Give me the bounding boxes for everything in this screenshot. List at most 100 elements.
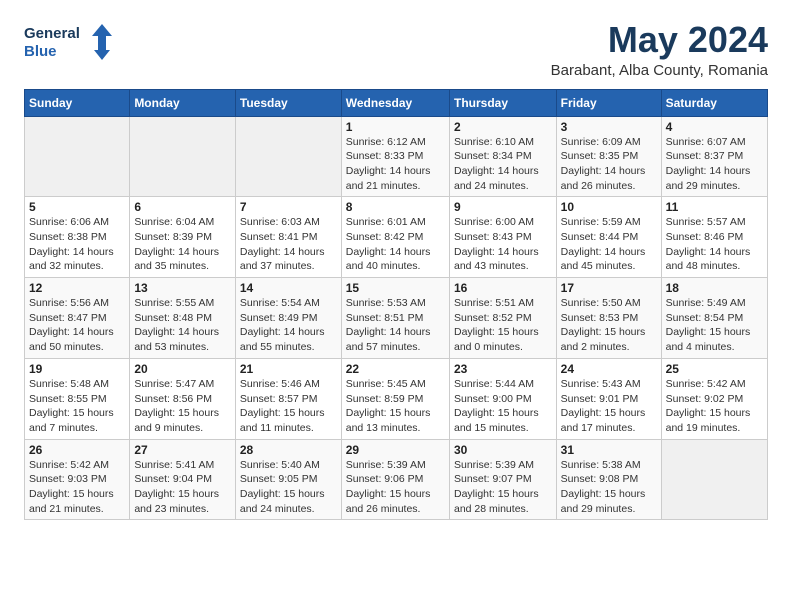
calendar-cell: 9Sunrise: 6:00 AM Sunset: 8:43 PM Daylig… bbox=[449, 197, 556, 278]
logo-svg: General Blue bbox=[24, 20, 114, 64]
day-number: 12 bbox=[29, 281, 125, 295]
calendar-cell: 7Sunrise: 6:03 AM Sunset: 8:41 PM Daylig… bbox=[235, 197, 341, 278]
day-info: Sunrise: 5:43 AM Sunset: 9:01 PM Dayligh… bbox=[561, 377, 657, 436]
day-info: Sunrise: 5:39 AM Sunset: 9:06 PM Dayligh… bbox=[346, 458, 445, 517]
calendar-cell: 12Sunrise: 5:56 AM Sunset: 8:47 PM Dayli… bbox=[25, 278, 130, 359]
day-number: 3 bbox=[561, 120, 657, 134]
svg-text:General: General bbox=[24, 25, 80, 42]
day-number: 4 bbox=[666, 120, 763, 134]
calendar-cell: 19Sunrise: 5:48 AM Sunset: 8:55 PM Dayli… bbox=[25, 358, 130, 439]
day-info: Sunrise: 5:41 AM Sunset: 9:04 PM Dayligh… bbox=[134, 458, 231, 517]
day-info: Sunrise: 5:56 AM Sunset: 8:47 PM Dayligh… bbox=[29, 296, 125, 355]
calendar-cell: 15Sunrise: 5:53 AM Sunset: 8:51 PM Dayli… bbox=[341, 278, 449, 359]
day-number: 23 bbox=[454, 362, 552, 376]
day-number: 13 bbox=[134, 281, 231, 295]
week-row-5: 26Sunrise: 5:42 AM Sunset: 9:03 PM Dayli… bbox=[25, 439, 768, 520]
day-number: 8 bbox=[346, 200, 445, 214]
col-header-monday: Monday bbox=[130, 89, 236, 116]
week-row-3: 12Sunrise: 5:56 AM Sunset: 8:47 PM Dayli… bbox=[25, 278, 768, 359]
calendar-cell: 21Sunrise: 5:46 AM Sunset: 8:57 PM Dayli… bbox=[235, 358, 341, 439]
day-number: 24 bbox=[561, 362, 657, 376]
calendar-cell: 3Sunrise: 6:09 AM Sunset: 8:35 PM Daylig… bbox=[556, 116, 661, 197]
calendar-cell: 4Sunrise: 6:07 AM Sunset: 8:37 PM Daylig… bbox=[661, 116, 767, 197]
day-number: 26 bbox=[29, 443, 125, 457]
col-header-tuesday: Tuesday bbox=[235, 89, 341, 116]
day-number: 19 bbox=[29, 362, 125, 376]
calendar-cell: 14Sunrise: 5:54 AM Sunset: 8:49 PM Dayli… bbox=[235, 278, 341, 359]
calendar-cell: 28Sunrise: 5:40 AM Sunset: 9:05 PM Dayli… bbox=[235, 439, 341, 520]
col-header-thursday: Thursday bbox=[449, 89, 556, 116]
svg-text:Blue: Blue bbox=[24, 43, 57, 60]
day-info: Sunrise: 6:06 AM Sunset: 8:38 PM Dayligh… bbox=[29, 215, 125, 274]
day-info: Sunrise: 5:42 AM Sunset: 9:03 PM Dayligh… bbox=[29, 458, 125, 517]
calendar-cell: 31Sunrise: 5:38 AM Sunset: 9:08 PM Dayli… bbox=[556, 439, 661, 520]
calendar-cell: 5Sunrise: 6:06 AM Sunset: 8:38 PM Daylig… bbox=[25, 197, 130, 278]
title-block: May 2024 Barabant, Alba County, Romania bbox=[551, 20, 768, 79]
day-info: Sunrise: 6:10 AM Sunset: 8:34 PM Dayligh… bbox=[454, 135, 552, 194]
day-number: 9 bbox=[454, 200, 552, 214]
day-number: 15 bbox=[346, 281, 445, 295]
day-number: 14 bbox=[240, 281, 337, 295]
day-info: Sunrise: 5:51 AM Sunset: 8:52 PM Dayligh… bbox=[454, 296, 552, 355]
day-info: Sunrise: 5:39 AM Sunset: 9:07 PM Dayligh… bbox=[454, 458, 552, 517]
day-info: Sunrise: 5:55 AM Sunset: 8:48 PM Dayligh… bbox=[134, 296, 231, 355]
day-info: Sunrise: 5:53 AM Sunset: 8:51 PM Dayligh… bbox=[346, 296, 445, 355]
day-info: Sunrise: 6:03 AM Sunset: 8:41 PM Dayligh… bbox=[240, 215, 337, 274]
day-info: Sunrise: 6:04 AM Sunset: 8:39 PM Dayligh… bbox=[134, 215, 231, 274]
location-subtitle: Barabant, Alba County, Romania bbox=[551, 62, 768, 79]
day-number: 1 bbox=[346, 120, 445, 134]
day-number: 29 bbox=[346, 443, 445, 457]
calendar-cell bbox=[25, 116, 130, 197]
page-header: General Blue May 2024 Barabant, Alba Cou… bbox=[24, 20, 768, 79]
day-info: Sunrise: 5:38 AM Sunset: 9:08 PM Dayligh… bbox=[561, 458, 657, 517]
calendar-cell: 18Sunrise: 5:49 AM Sunset: 8:54 PM Dayli… bbox=[661, 278, 767, 359]
calendar-cell: 17Sunrise: 5:50 AM Sunset: 8:53 PM Dayli… bbox=[556, 278, 661, 359]
day-info: Sunrise: 6:12 AM Sunset: 8:33 PM Dayligh… bbox=[346, 135, 445, 194]
day-number: 2 bbox=[454, 120, 552, 134]
day-info: Sunrise: 5:45 AM Sunset: 8:59 PM Dayligh… bbox=[346, 377, 445, 436]
calendar-cell: 8Sunrise: 6:01 AM Sunset: 8:42 PM Daylig… bbox=[341, 197, 449, 278]
day-info: Sunrise: 5:47 AM Sunset: 8:56 PM Dayligh… bbox=[134, 377, 231, 436]
day-number: 17 bbox=[561, 281, 657, 295]
calendar-table: SundayMondayTuesdayWednesdayThursdayFrid… bbox=[24, 89, 768, 521]
day-number: 11 bbox=[666, 200, 763, 214]
calendar-cell: 10Sunrise: 5:59 AM Sunset: 8:44 PM Dayli… bbox=[556, 197, 661, 278]
day-info: Sunrise: 5:40 AM Sunset: 9:05 PM Dayligh… bbox=[240, 458, 337, 517]
day-info: Sunrise: 5:50 AM Sunset: 8:53 PM Dayligh… bbox=[561, 296, 657, 355]
week-row-1: 1Sunrise: 6:12 AM Sunset: 8:33 PM Daylig… bbox=[25, 116, 768, 197]
day-number: 30 bbox=[454, 443, 552, 457]
day-info: Sunrise: 6:00 AM Sunset: 8:43 PM Dayligh… bbox=[454, 215, 552, 274]
week-row-2: 5Sunrise: 6:06 AM Sunset: 8:38 PM Daylig… bbox=[25, 197, 768, 278]
day-info: Sunrise: 5:49 AM Sunset: 8:54 PM Dayligh… bbox=[666, 296, 763, 355]
day-info: Sunrise: 6:09 AM Sunset: 8:35 PM Dayligh… bbox=[561, 135, 657, 194]
calendar-cell: 24Sunrise: 5:43 AM Sunset: 9:01 PM Dayli… bbox=[556, 358, 661, 439]
calendar-cell: 20Sunrise: 5:47 AM Sunset: 8:56 PM Dayli… bbox=[130, 358, 236, 439]
calendar-cell: 27Sunrise: 5:41 AM Sunset: 9:04 PM Dayli… bbox=[130, 439, 236, 520]
col-header-wednesday: Wednesday bbox=[341, 89, 449, 116]
day-info: Sunrise: 5:59 AM Sunset: 8:44 PM Dayligh… bbox=[561, 215, 657, 274]
day-info: Sunrise: 5:54 AM Sunset: 8:49 PM Dayligh… bbox=[240, 296, 337, 355]
day-info: Sunrise: 5:42 AM Sunset: 9:02 PM Dayligh… bbox=[666, 377, 763, 436]
day-number: 28 bbox=[240, 443, 337, 457]
day-info: Sunrise: 6:07 AM Sunset: 8:37 PM Dayligh… bbox=[666, 135, 763, 194]
calendar-cell: 25Sunrise: 5:42 AM Sunset: 9:02 PM Dayli… bbox=[661, 358, 767, 439]
col-header-friday: Friday bbox=[556, 89, 661, 116]
calendar-cell: 11Sunrise: 5:57 AM Sunset: 8:46 PM Dayli… bbox=[661, 197, 767, 278]
day-number: 10 bbox=[561, 200, 657, 214]
calendar-cell: 16Sunrise: 5:51 AM Sunset: 8:52 PM Dayli… bbox=[449, 278, 556, 359]
calendar-cell bbox=[661, 439, 767, 520]
calendar-cell: 13Sunrise: 5:55 AM Sunset: 8:48 PM Dayli… bbox=[130, 278, 236, 359]
calendar-cell: 2Sunrise: 6:10 AM Sunset: 8:34 PM Daylig… bbox=[449, 116, 556, 197]
day-number: 5 bbox=[29, 200, 125, 214]
month-title: May 2024 bbox=[551, 20, 768, 60]
calendar-cell: 30Sunrise: 5:39 AM Sunset: 9:07 PM Dayli… bbox=[449, 439, 556, 520]
day-info: Sunrise: 5:46 AM Sunset: 8:57 PM Dayligh… bbox=[240, 377, 337, 436]
week-row-4: 19Sunrise: 5:48 AM Sunset: 8:55 PM Dayli… bbox=[25, 358, 768, 439]
day-info: Sunrise: 5:44 AM Sunset: 9:00 PM Dayligh… bbox=[454, 377, 552, 436]
col-header-saturday: Saturday bbox=[661, 89, 767, 116]
calendar-cell bbox=[235, 116, 341, 197]
day-number: 16 bbox=[454, 281, 552, 295]
day-number: 18 bbox=[666, 281, 763, 295]
calendar-cell: 22Sunrise: 5:45 AM Sunset: 8:59 PM Dayli… bbox=[341, 358, 449, 439]
calendar-cell: 29Sunrise: 5:39 AM Sunset: 9:06 PM Dayli… bbox=[341, 439, 449, 520]
